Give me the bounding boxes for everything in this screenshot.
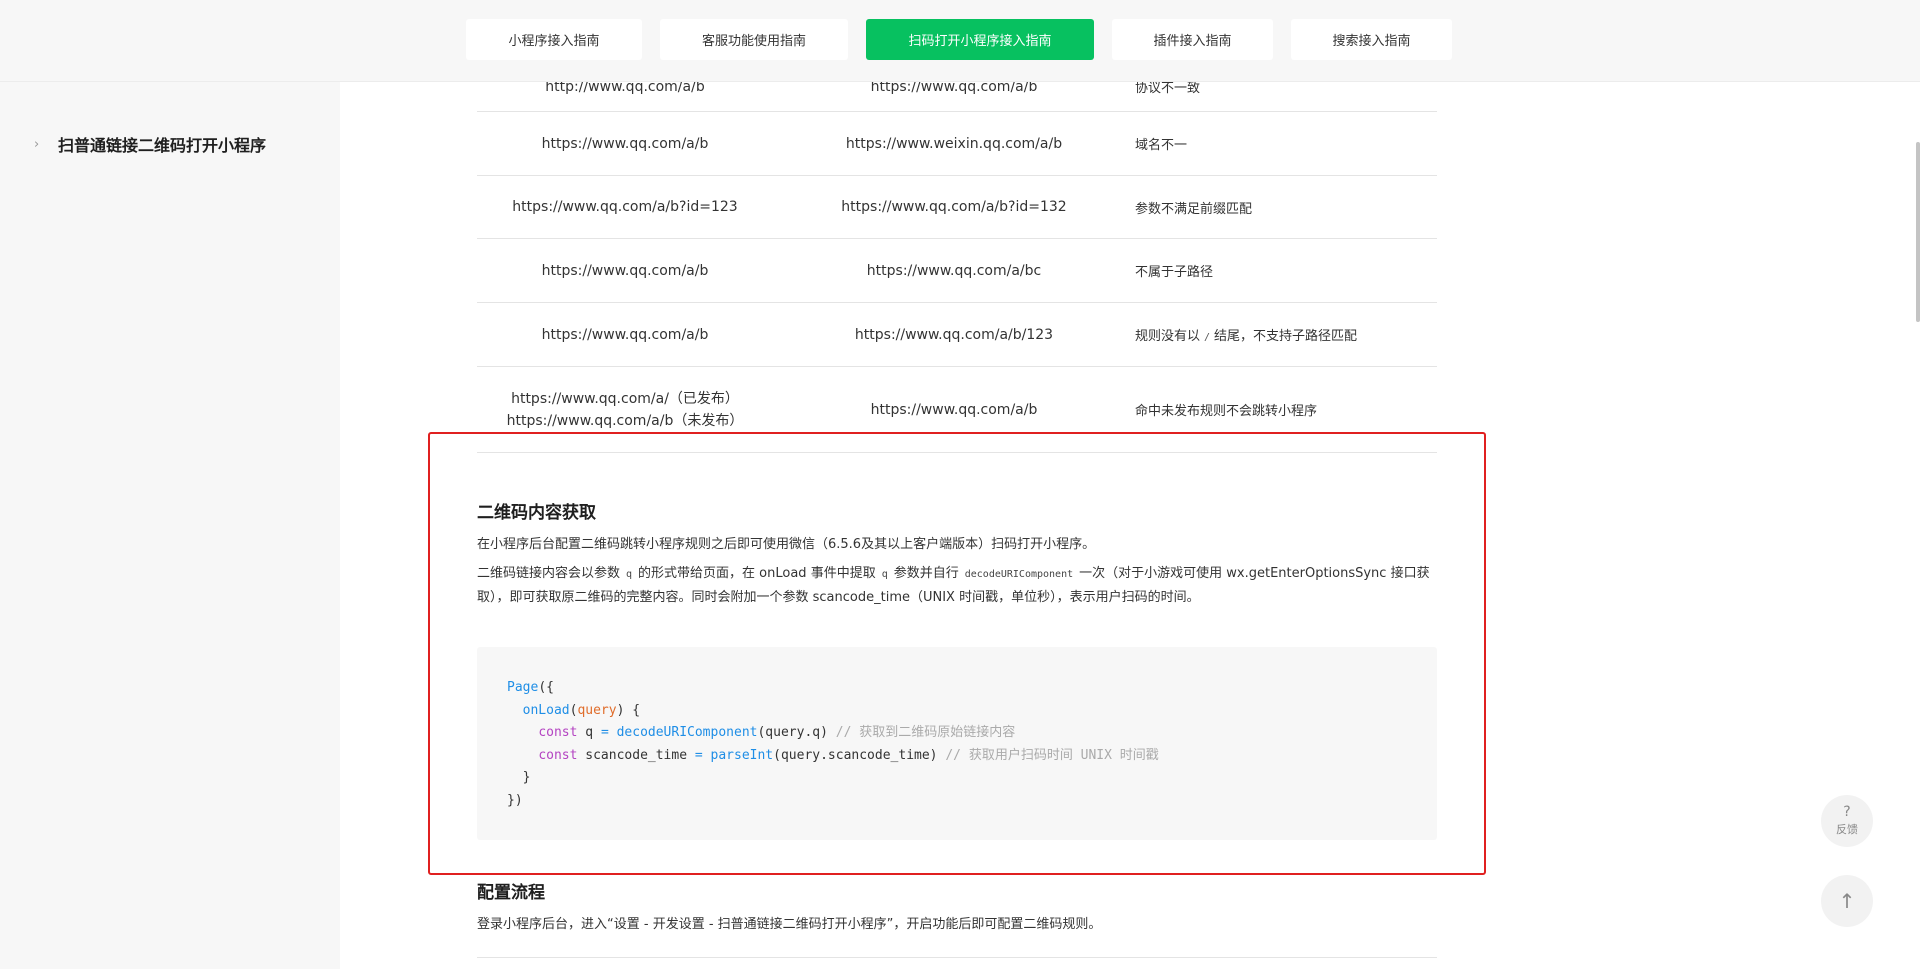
table-cell-link: https://www.qq.com/a/b [870,401,1038,418]
table-row: https://www.qq.com/a/b https://www.qq.co… [477,239,1437,303]
code-token: = [600,725,609,740]
inline-code: decodeURIComponent [964,569,1074,580]
reason-text: 规则没有以 [1135,329,1201,344]
table-cell-link: https://www.weixin.qq.com/a/b [845,135,1063,152]
code-token: const [538,747,578,763]
rule-line: https://www.qq.com/a/（已发布） [511,390,739,407]
feedback-label: 反馈 [1836,823,1858,836]
back-to-top-button[interactable]: ↑ [1821,875,1873,927]
table-row: https://www.qq.com/a/b?id=123 https://ww… [477,176,1437,239]
tab-search-guide[interactable]: 搜索接入指南 [1291,19,1452,60]
table-row: https://www.qq.com/a/b https://www.weixi… [477,112,1437,176]
para-text: 参数并自行 [893,566,959,581]
divider [477,957,1437,958]
table-cell-reason: 参数不满足前缀匹配 [1135,201,1253,217]
reason-text: 结尾，不支持子路径匹配 [1214,329,1358,344]
tab-miniprogram-guide[interactable]: 小程序接入指南 [466,19,642,60]
code-token: parseInt [710,747,774,763]
sidebar: › 扫普通链接二维码打开小程序 [0,82,340,969]
top-nav-bar: 小程序接入指南 客服功能使用指南 扫码打开小程序接入指南 插件接入指南 搜索接入… [0,0,1920,82]
sidebar-item-label: 扫普通链接二维码打开小程序 [58,136,267,155]
rule-line: https://www.qq.com/a/b（未发布） [506,412,744,429]
code-token: onLoad [522,702,570,718]
tab-scan-qr-guide[interactable]: 扫码打开小程序接入指南 [866,19,1094,60]
table-cell-rule: https://www.qq.com/a/b [541,326,709,343]
table-cell-reason: 命中未发布规则不会跳转小程序 [1135,404,1318,419]
table-cell-reason: 不属于子路径 [1135,265,1214,280]
inline-code: / [1204,332,1211,343]
code-token: const [538,725,578,740]
feedback-button[interactable]: ? 反馈 [1821,795,1873,847]
code-token: }) [507,792,523,808]
code-token: decodeURIComponent [616,725,758,740]
section-title-config-flow: 配置流程 [477,883,545,903]
qr-paragraph-2: 二维码链接内容会以参数 q 的形式带给页面，在 onLoad 事件中提取 q 参数并自行… [477,562,1437,609]
table-cell-rule: https://www.qq.com/a/b [541,262,709,279]
table-cell-link: https://www.qq.com/a/b/123 [854,326,1054,343]
para-text: 的形式带给页面，在 onLoad 事件中提取 [638,566,876,581]
inline-code: q [626,569,633,580]
section-title-qr-content: 二维码内容获取 [477,503,596,523]
code-token: ) { [616,702,641,718]
table-cell-link: https://www.qq.com/a/bc [866,262,1042,279]
qr-paragraph-1: 在小程序后台配置二维码跳转小程序规则之后即可使用微信（6.5.6及其以上客户端版… [477,537,1096,552]
tab-plugin-guide[interactable]: 插件接入指南 [1112,19,1273,60]
scrollbar-thumb[interactable] [1916,142,1920,322]
scrollbar[interactable] [1914,82,1920,969]
code-token: ({ [538,680,554,695]
code-token: q [577,725,601,740]
code-token: } [522,770,531,785]
chevron-right-icon: › [34,136,40,152]
inline-code: q [881,569,888,580]
table-cell-rule: https://www.qq.com/a/（已发布） https://www.q… [477,388,773,432]
table-row: https://www.qq.com/a/b https://www.qq.co… [477,303,1437,367]
table-cell-link: https://www.qq.com/a/b?id=132 [841,199,1067,215]
code-block: Page({ onLoad(query) { const q = decodeU… [477,647,1437,840]
table-cell-reason: 规则没有以 / 结尾，不支持子路径匹配 [1135,325,1357,344]
table-cell-rule: https://www.qq.com/a/b [541,135,709,152]
arrow-up-icon: ↑ [1838,889,1856,913]
table-cell-rule: https://www.qq.com/a/b?id=123 [512,199,738,215]
code-token: = [694,747,703,763]
code-token: scancode_time [577,747,695,763]
para-text: 二维码链接内容会以参数 [477,566,621,581]
config-paragraph: 登录小程序后台，进入“设置 - 开发设置 - 扫普通链接二维码打开小程序”，开启… [477,917,1102,932]
code-token: (query.scancode_time) [773,747,938,763]
code-token: query [577,702,617,718]
sidebar-item-scan-qr[interactable]: › 扫普通链接二维码打开小程序 [34,132,266,156]
question-icon: ? [1843,804,1851,820]
table-cell-reason: 域名不一 [1135,138,1188,153]
code-comment: // 获取到二维码原始链接内容 [835,725,1016,740]
code-comment: // 获取用户扫码时间 UNIX 时间戳 [945,747,1159,763]
code-token: (query.q) [757,725,828,740]
code-token: Page [507,680,539,695]
guide-tabs: 小程序接入指南 客服功能使用指南 扫码打开小程序接入指南 插件接入指南 搜索接入… [466,19,1452,60]
table-row: https://www.qq.com/a/（已发布） https://www.q… [477,367,1437,453]
tab-customer-service-guide[interactable]: 客服功能使用指南 [660,19,848,60]
